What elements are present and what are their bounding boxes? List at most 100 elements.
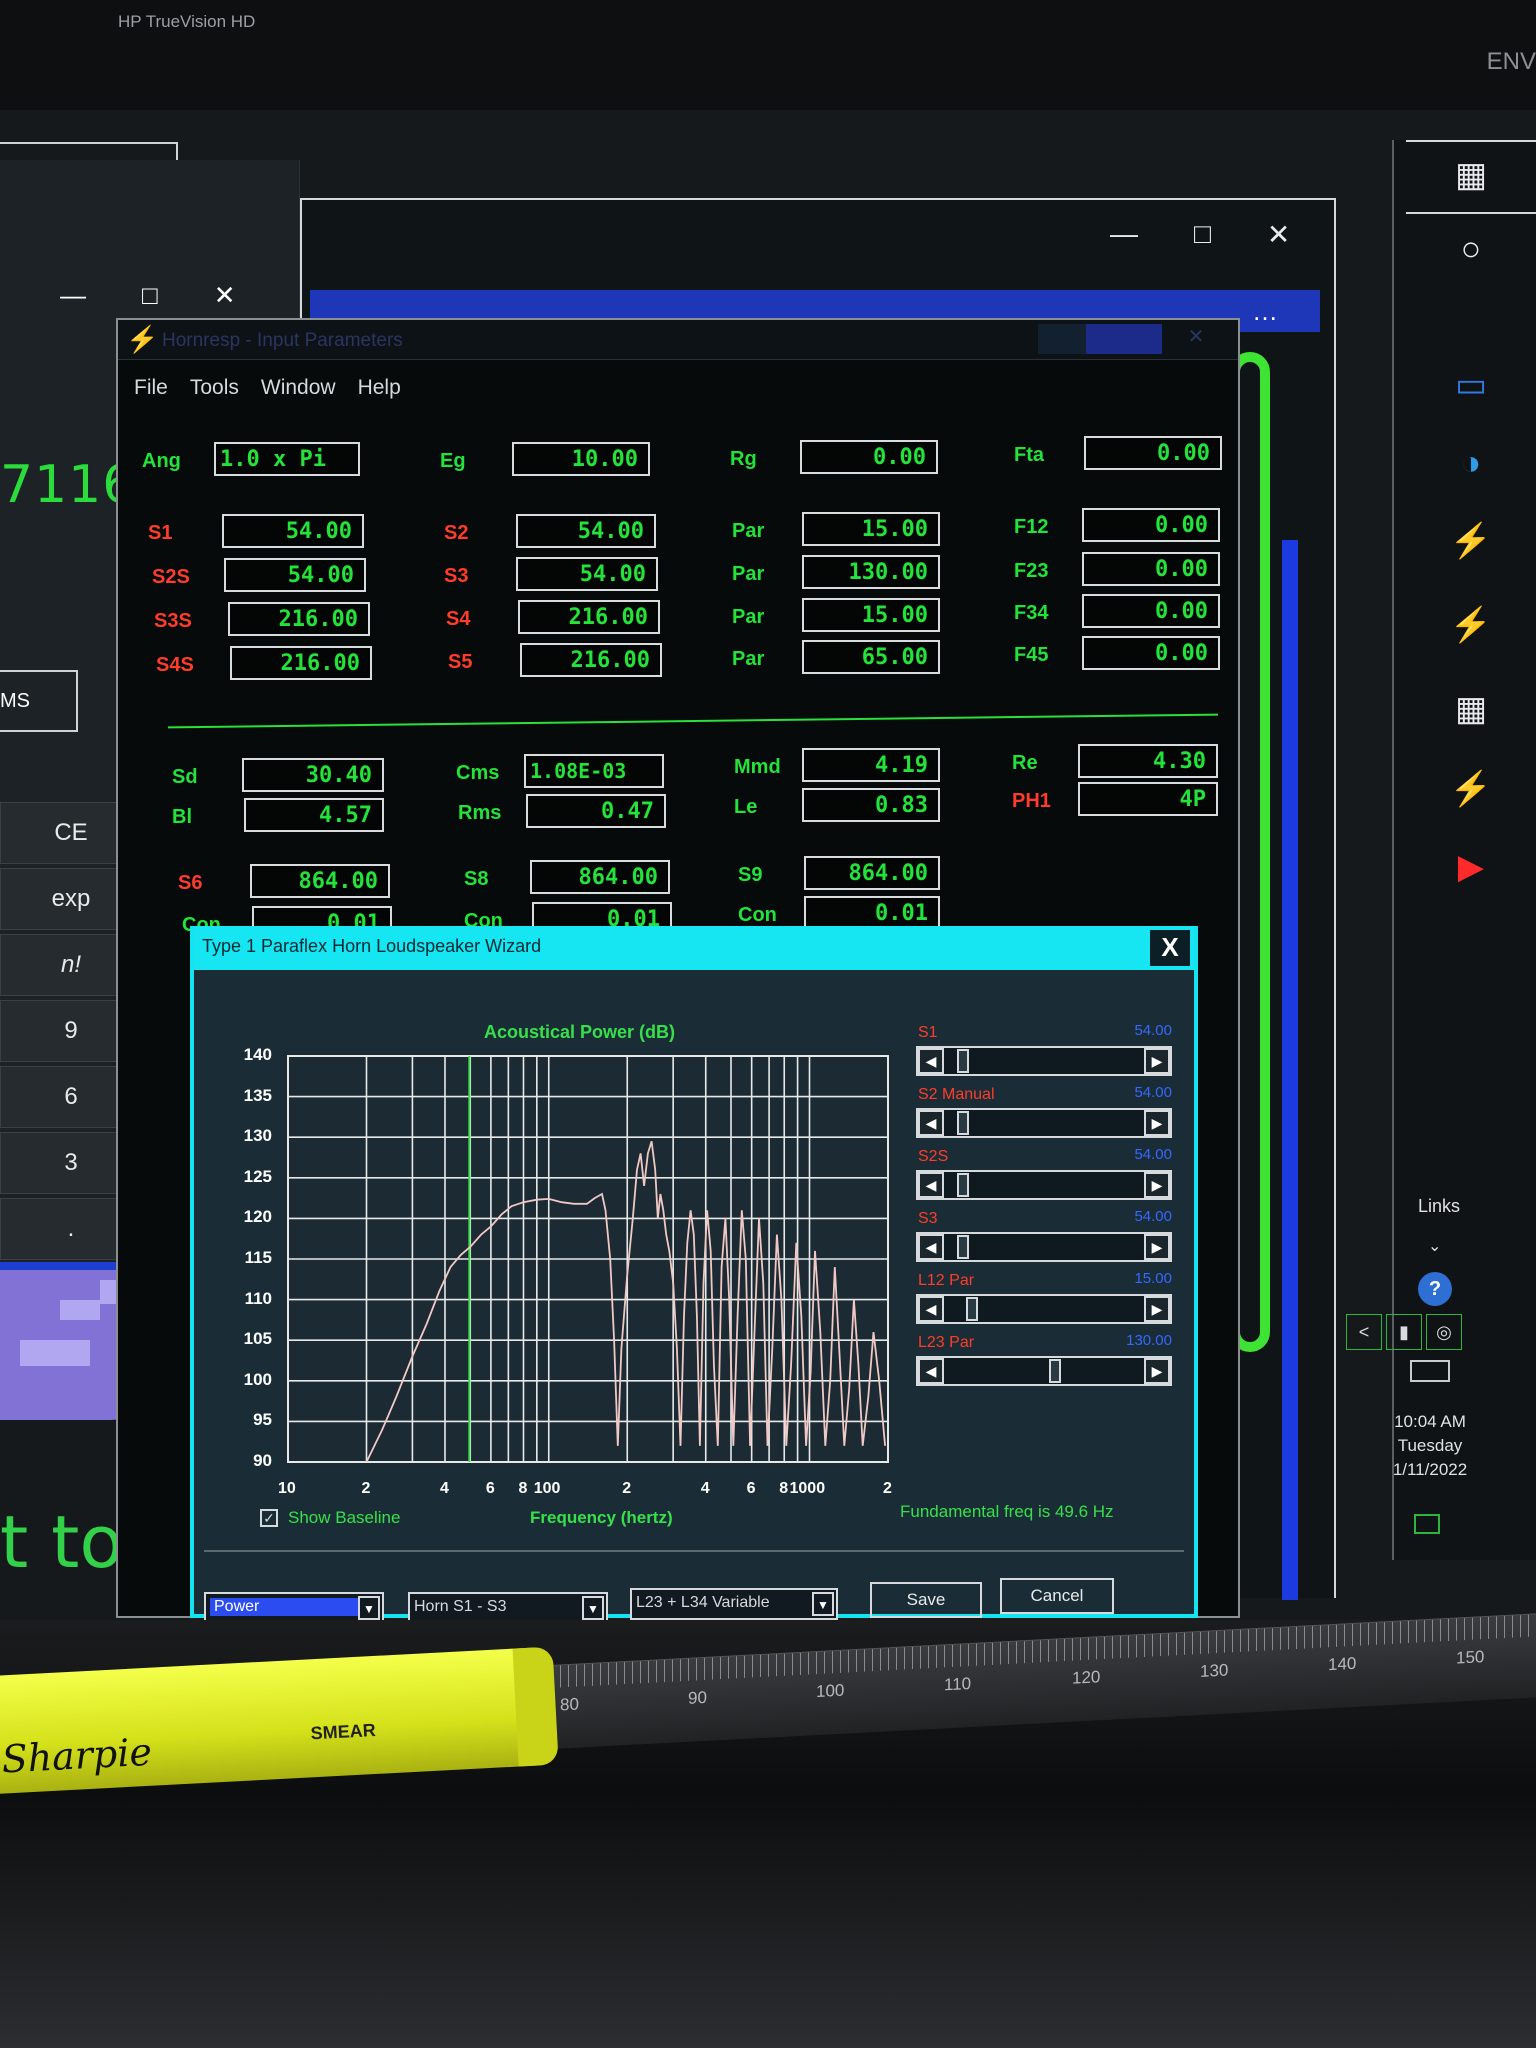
field-f34[interactable]: 0.00 (1082, 594, 1220, 628)
keyboard-icon[interactable] (1410, 1360, 1450, 1382)
field-cms[interactable]: 1.08E-03 (524, 754, 664, 788)
arrow-right-icon[interactable]: ▶ (1144, 1172, 1170, 1198)
close-icon[interactable]: ✕ (214, 280, 236, 311)
search-circle-icon[interactable]: ○ (1450, 228, 1492, 270)
show-baseline-checkbox[interactable]: ✓ (260, 1509, 278, 1527)
menu-file[interactable]: File (134, 376, 168, 400)
field-con[interactable]: 0.01 (804, 896, 940, 930)
arrow-right-icon[interactable]: ▶ (1144, 1296, 1170, 1322)
arrow-left-icon[interactable]: ◀ (918, 1172, 944, 1198)
arrow-right-icon[interactable]: ▶ (1144, 1048, 1170, 1074)
field-par[interactable]: 15.00 (802, 512, 940, 546)
fundamental-frequency-text: Fundamental freq is 49.6 Hz (900, 1502, 1114, 1521)
windows-icon[interactable]: ▦ (1450, 154, 1492, 196)
slider-thumb[interactable] (957, 1173, 970, 1197)
hornresp-icon[interactable]: ⚡ (1450, 604, 1492, 646)
edge-icon[interactable]: ◑ (1450, 442, 1492, 484)
field-eg[interactable]: 10.00 (512, 442, 650, 476)
chevron-down-icon[interactable]: ⌄ (1428, 1236, 1441, 1256)
slider-track[interactable]: ◀ ▶ (916, 1356, 1172, 1386)
slider-thumb[interactable] (957, 1049, 970, 1073)
field-mmd[interactable]: 4.19 (802, 748, 940, 782)
field-s2s[interactable]: 54.00 (224, 558, 366, 592)
chevron-left-icon[interactable]: < (1346, 1314, 1382, 1350)
maximize-button[interactable] (1086, 324, 1162, 354)
field-f12[interactable]: 0.00 (1082, 508, 1220, 542)
arrow-right-icon[interactable]: ▶ (1144, 1110, 1170, 1136)
slider-thumb[interactable] (966, 1297, 979, 1321)
field-ph1[interactable]: 4P (1078, 782, 1218, 816)
field-par[interactable]: 65.00 (802, 640, 940, 674)
chevron-down-icon[interactable]: ▼ (812, 1592, 834, 1616)
notification-icon[interactable] (1414, 1514, 1440, 1534)
hornresp-icon[interactable]: ⚡ (1450, 768, 1492, 810)
maximize-icon[interactable]: □ (1194, 218, 1211, 251)
field-bl[interactable]: 4.57 (244, 798, 384, 832)
field-s9[interactable]: 864.00 (804, 856, 940, 890)
battery-icon[interactable]: ▮ (1386, 1314, 1422, 1350)
minimize-icon[interactable]: — (60, 280, 86, 311)
chevron-down-icon[interactable]: ▼ (358, 1596, 380, 1620)
variable-combo[interactable]: L23 + L34 Variable ▼ (630, 1588, 838, 1620)
close-icon[interactable]: ✕ (1176, 324, 1216, 354)
slider-thumb[interactable] (957, 1111, 970, 1135)
slider-track[interactable]: ◀ ▶ (916, 1046, 1172, 1076)
field-s2[interactable]: 54.00 (516, 514, 656, 548)
calculator-icon[interactable]: ▦ (1450, 688, 1492, 730)
field-par[interactable]: 15.00 (802, 598, 940, 632)
slider-track[interactable]: ◀ ▶ (916, 1232, 1172, 1262)
field-s1[interactable]: 54.00 (222, 514, 364, 548)
field-ang[interactable]: 1.0 x Pi (214, 442, 360, 476)
save-button[interactable]: Save (870, 1582, 982, 1618)
minimize-icon[interactable]: — (1110, 218, 1138, 251)
close-icon[interactable]: ✕ (1267, 218, 1290, 251)
field-f45[interactable]: 0.00 (1082, 636, 1220, 670)
maximize-icon[interactable]: □ (142, 280, 158, 311)
menu-window[interactable]: Window (261, 376, 336, 400)
slider-thumb[interactable] (957, 1235, 970, 1259)
help-icon[interactable]: ? (1418, 1272, 1452, 1306)
taskbar-clock[interactable]: 10:04 AM Tuesday 1/11/2022 (1340, 1410, 1520, 1482)
field-fta[interactable]: 0.00 (1084, 436, 1222, 470)
arrow-left-icon[interactable]: ◀ (918, 1296, 944, 1322)
slider-track[interactable]: ◀ ▶ (916, 1170, 1172, 1200)
arrow-left-icon[interactable]: ◀ (918, 1358, 944, 1384)
field-rg[interactable]: 0.00 (800, 440, 938, 474)
field-re[interactable]: 4.30 (1078, 744, 1218, 778)
arrow-left-icon[interactable]: ◀ (918, 1048, 944, 1074)
links-toolbar-label[interactable]: Links (1418, 1196, 1460, 1217)
field-sd[interactable]: 30.40 (242, 758, 384, 792)
field-f23[interactable]: 0.00 (1082, 552, 1220, 586)
x-tick-label: 1000 (789, 1480, 826, 1497)
chevron-down-icon[interactable]: ▼ (582, 1596, 604, 1620)
more-menu-icon[interactable]: … (1252, 296, 1278, 327)
youtube-icon[interactable]: ▶ (1450, 846, 1492, 888)
arrow-left-icon[interactable]: ◀ (918, 1110, 944, 1136)
field-le[interactable]: 0.83 (802, 788, 940, 822)
field-s5[interactable]: 216.00 (520, 643, 662, 677)
arrow-right-icon[interactable]: ▶ (1144, 1358, 1170, 1384)
bg-ms-label[interactable]: MS (0, 670, 78, 732)
arrow-right-icon[interactable]: ▶ (1144, 1234, 1170, 1260)
cancel-button[interactable]: Cancel (1000, 1578, 1114, 1614)
field-s6[interactable]: 864.00 (250, 864, 390, 898)
label-par: Par (732, 648, 765, 670)
slider-thumb[interactable] (1049, 1359, 1062, 1383)
hornresp-icon[interactable]: ⚡ (1450, 520, 1492, 562)
field-s8[interactable]: 864.00 (530, 860, 670, 894)
network-icon[interactable]: ◎ (1426, 1314, 1462, 1350)
slider-track[interactable]: ◀ ▶ (916, 1294, 1172, 1324)
field-s4s[interactable]: 216.00 (230, 646, 372, 680)
menu-tools[interactable]: Tools (190, 376, 239, 400)
close-icon[interactable]: X (1150, 930, 1190, 966)
field-rms[interactable]: 0.47 (526, 794, 666, 828)
field-s4[interactable]: 216.00 (518, 600, 660, 634)
folder-icon[interactable]: ▭ (1450, 364, 1492, 406)
show-baseline-control[interactable]: ✓ Show Baseline (260, 1508, 400, 1528)
field-par[interactable]: 130.00 (802, 555, 940, 589)
menu-help[interactable]: Help (358, 376, 401, 400)
slider-track[interactable]: ◀ ▶ (916, 1108, 1172, 1138)
field-s3[interactable]: 54.00 (516, 557, 658, 591)
arrow-left-icon[interactable]: ◀ (918, 1234, 944, 1260)
field-s3s[interactable]: 216.00 (228, 602, 370, 636)
